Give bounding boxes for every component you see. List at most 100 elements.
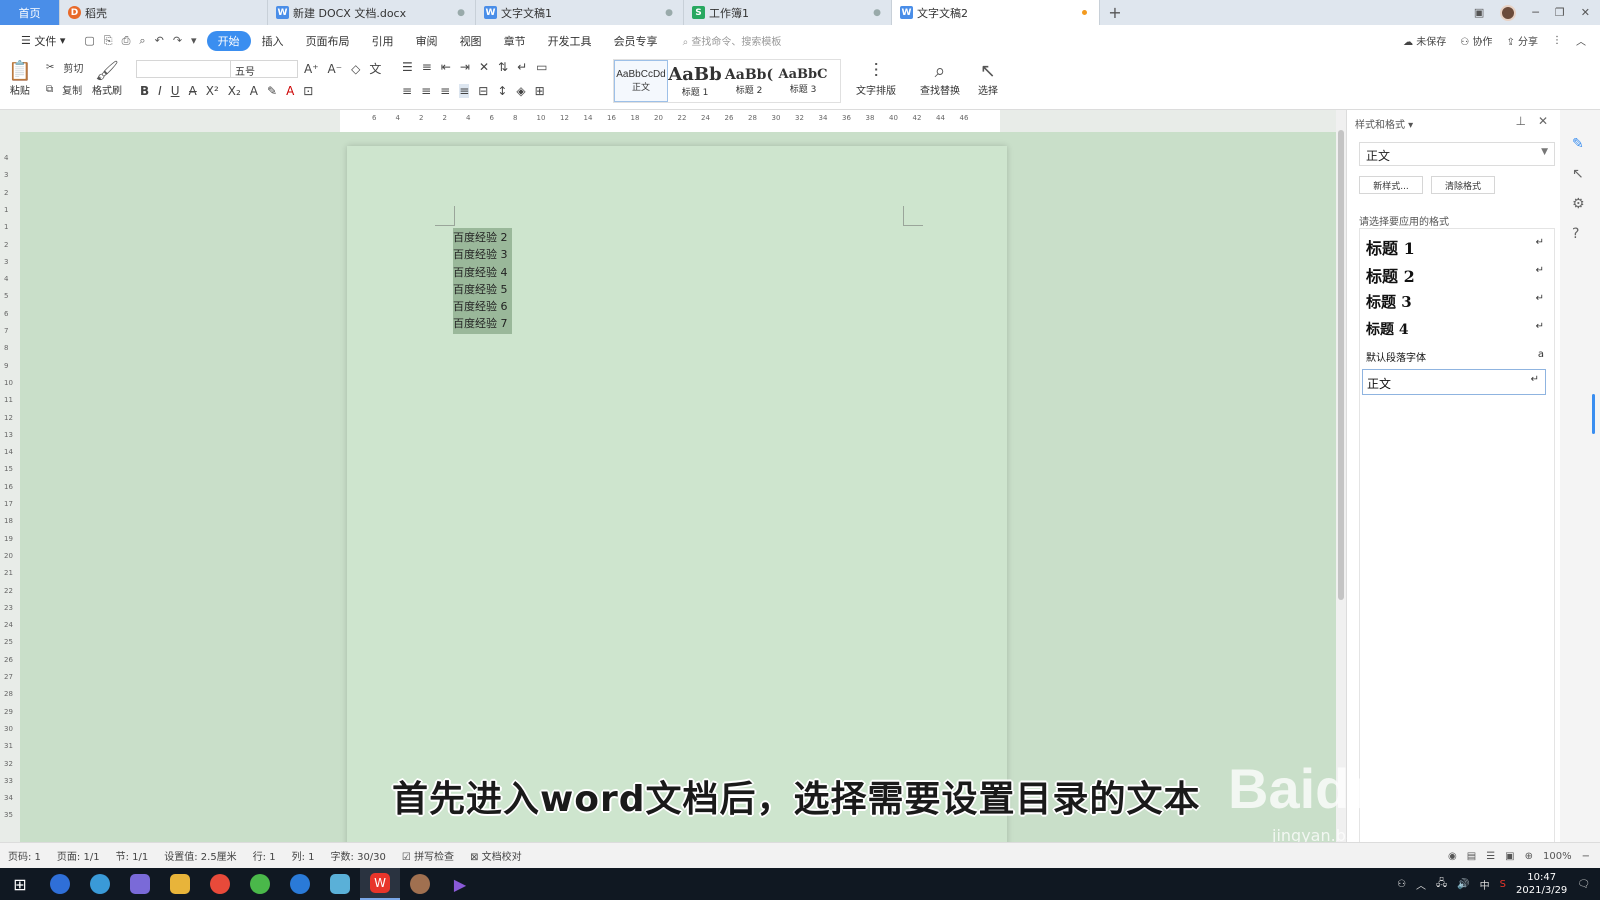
restore-icon[interactable]: ❐: [1555, 6, 1565, 19]
borders-icon[interactable]: ⊞: [535, 84, 545, 98]
web-view-icon[interactable]: ⊕: [1525, 851, 1533, 862]
style-item-heading3[interactable]: 标题 3: [1366, 291, 1412, 312]
volume-icon[interactable]: 🔊: [1457, 879, 1469, 890]
taskbar-app[interactable]: [160, 868, 200, 900]
menu-page-layout[interactable]: 页面布局: [295, 31, 361, 51]
doc-line[interactable]: 百度经验 7: [453, 315, 508, 332]
copy-button[interactable]: ⧉ 复制: [46, 82, 82, 97]
decrease-indent-icon[interactable]: ⇤: [441, 60, 451, 74]
taskbar-app[interactable]: [120, 868, 160, 900]
tab-doc1[interactable]: W 文字文稿1 ●: [476, 0, 684, 25]
new-tab-button[interactable]: +: [1100, 0, 1130, 25]
char-border-icon[interactable]: ⊡: [303, 84, 313, 98]
zoom-value[interactable]: 100%: [1543, 851, 1572, 862]
pin-icon[interactable]: ⊥: [1516, 114, 1526, 128]
file-menu[interactable]: ☰ 文件 ▾: [10, 31, 76, 51]
customize-icon[interactable]: ▾: [191, 34, 197, 48]
redo-icon[interactable]: ↷: [173, 34, 182, 48]
collab-button[interactable]: ⚇ 协作: [1460, 33, 1492, 48]
menu-developer[interactable]: 开发工具: [537, 31, 603, 51]
collapse-ribbon-icon[interactable]: ︿: [1576, 33, 1586, 48]
style-panel-title[interactable]: 样式和格式 ▾: [1355, 116, 1413, 131]
tab-workbook1[interactable]: S 工作簿1 ●: [684, 0, 892, 25]
sogou-ime-icon[interactable]: S: [1500, 879, 1506, 890]
font-name-select[interactable]: [136, 60, 232, 78]
tab-home[interactable]: 首页: [0, 0, 60, 25]
format-painter-button[interactable]: 🖌 格式刷: [92, 60, 122, 97]
distribute-icon[interactable]: ⊟: [478, 84, 488, 98]
export-icon[interactable]: ⎘: [104, 34, 113, 48]
phonetic-icon[interactable]: 文: [369, 60, 381, 77]
current-style-select[interactable]: 正文 ▼: [1359, 142, 1555, 166]
taskbar-app[interactable]: [80, 868, 120, 900]
doc-line[interactable]: 百度经验 6: [453, 298, 508, 315]
taskbar-app[interactable]: [280, 868, 320, 900]
clear-format-button[interactable]: 清除格式: [1431, 176, 1495, 194]
superscript-icon[interactable]: X²: [206, 84, 219, 98]
zoom-out-icon[interactable]: −: [1582, 851, 1590, 862]
line-spacing-icon[interactable]: ↕: [497, 84, 507, 98]
horizontal-ruler[interactable]: 6 4 2 2 4 6 8 10 12 14 16 18 20 22 24 26 28 30 32 34 36 38 40 4…: [0, 110, 1336, 132]
taskbar-app[interactable]: [40, 868, 80, 900]
justify-icon[interactable]: ≡: [459, 84, 470, 98]
cut-button[interactable]: ✂ 剪切: [46, 60, 83, 75]
minimize-icon[interactable]: ─: [1532, 6, 1539, 19]
selected-text[interactable]: 百度经验 2 百度经验 3 百度经验 4 百度经验 5 百度经验 6 百度经验 …: [453, 228, 512, 334]
text-layout-button[interactable]: ⫶ 文字排版: [856, 60, 896, 97]
taskbar-app[interactable]: ▶: [440, 868, 480, 900]
outline-view-icon[interactable]: ☰: [1486, 851, 1495, 862]
close-icon[interactable]: ●: [873, 8, 881, 18]
grow-font-icon[interactable]: A⁺: [304, 62, 319, 76]
shrink-font-icon[interactable]: A⁻: [328, 62, 343, 76]
taskbar-app[interactable]: [400, 868, 440, 900]
taskbar-app[interactable]: [240, 868, 280, 900]
more-icon[interactable]: ⋮: [1552, 35, 1562, 46]
select-cursor-icon[interactable]: ↖: [1572, 166, 1584, 182]
table-tools-icon[interactable]: ▭: [536, 60, 547, 74]
page-view-icon[interactable]: ▤: [1467, 851, 1476, 862]
italic-icon[interactable]: I: [158, 84, 162, 98]
save-icon[interactable]: ▢: [84, 34, 94, 48]
notifications-icon[interactable]: 🗨: [1577, 879, 1590, 890]
align-left-icon[interactable]: ≡: [402, 84, 412, 98]
document-page[interactable]: 百度经验 2 百度经验 3 百度经验 4 百度经验 5 百度经验 6 百度经验 …: [347, 146, 1007, 842]
start-button[interactable]: ⊞: [0, 868, 40, 900]
close-icon[interactable]: ●: [665, 8, 673, 18]
doc-line[interactable]: 百度经验 5: [453, 281, 508, 298]
close-icon[interactable]: ✕: [1538, 114, 1548, 128]
print-preview-icon[interactable]: ⌕: [139, 34, 145, 48]
paste-button[interactable]: 📋 粘贴: [8, 60, 32, 97]
avatar[interactable]: [1500, 4, 1517, 21]
people-icon[interactable]: ⚇: [1397, 879, 1406, 890]
style-item-heading1[interactable]: 标题 1: [1366, 235, 1415, 259]
style-heading1[interactable]: AaBb 标题 1: [668, 60, 722, 102]
find-replace-button[interactable]: ⌕ 查找替换: [920, 60, 960, 97]
taskbar-app-wps[interactable]: W: [360, 868, 400, 900]
clock[interactable]: 10:47 2021/3/29: [1516, 871, 1567, 897]
settings-sliders-icon[interactable]: ⚙: [1572, 196, 1585, 212]
vertical-scrollbar[interactable]: [1336, 110, 1346, 842]
style-heading3[interactable]: AaBbC 标题 3: [776, 60, 830, 102]
style-pen-icon[interactable]: ✎: [1572, 136, 1584, 152]
style-heading2[interactable]: AaBb( 标题 2: [722, 60, 776, 102]
command-search[interactable]: ⌕ 查找命令、搜索模板: [683, 33, 782, 48]
style-item-heading4[interactable]: 标题 4: [1366, 319, 1409, 339]
menu-review[interactable]: 审阅: [405, 31, 449, 51]
align-right-icon[interactable]: ≡: [440, 84, 450, 98]
underline-icon[interactable]: U: [171, 84, 180, 98]
scrollbar-thumb[interactable]: [1338, 130, 1344, 600]
status-words[interactable]: 字数: 30/30: [331, 848, 386, 863]
style-item-normal[interactable]: 正文 ↵: [1362, 369, 1546, 395]
show-marks-icon[interactable]: ↵: [517, 60, 527, 74]
menu-member[interactable]: 会员专享: [603, 31, 669, 51]
read-view-icon[interactable]: ▣: [1505, 851, 1514, 862]
network-icon[interactable]: 🖧: [1436, 876, 1447, 893]
style-normal[interactable]: AaBbCcDd 正文: [614, 60, 668, 102]
font-size-select[interactable]: 五号: [230, 60, 298, 78]
menu-references[interactable]: 引用: [361, 31, 405, 51]
menu-insert[interactable]: 插入: [251, 31, 295, 51]
tray-expand-icon[interactable]: ︿: [1416, 877, 1426, 892]
spell-check-toggle[interactable]: ☑ 拼写检查: [402, 848, 454, 863]
tab-doc2[interactable]: W 文字文稿2: [892, 0, 1100, 25]
align-center-icon[interactable]: ≡: [421, 84, 431, 98]
